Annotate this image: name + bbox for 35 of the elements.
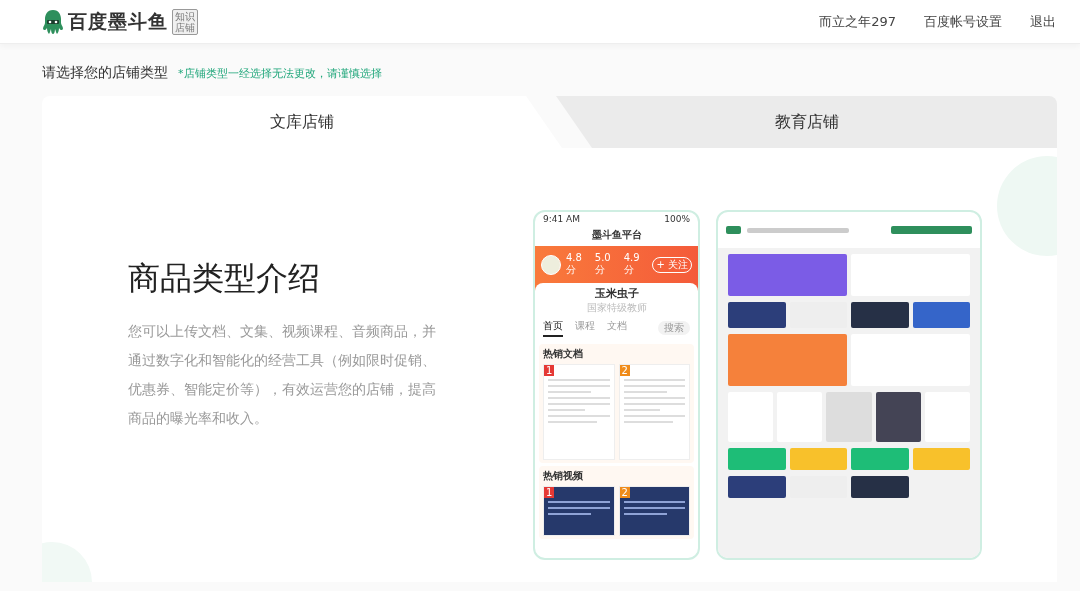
search-field[interactable]: 搜索 [658,321,690,335]
rating-score: 5.0分 [594,252,612,277]
video-thumbnail[interactable]: 2 [618,486,690,536]
profile-subtitle: 国家特级教师 [586,301,647,315]
store-type-tab[interactable]: 文库店铺 [42,96,562,148]
store-type-tab[interactable]: 教育店铺 [556,96,1057,148]
status-time: 9:41 AM [543,214,580,224]
battery-level: 100% [664,214,690,224]
rank-badge: 2 [619,487,630,498]
section-heading: 热销视频 [543,469,584,483]
section-title: 请选择您的店铺类型 [42,64,168,82]
header-link[interactable]: 退出 [1030,12,1056,31]
phone-title: 墨斗鱼平台 [591,228,642,242]
profile-name: 玉米虫子 [594,286,639,301]
phone-tab[interactable]: 文档 [607,319,627,337]
squid-logo-icon [42,8,64,35]
section-heading: 热销文档 [543,347,584,361]
rating-score: 4.9分 [623,252,641,277]
logo-text: 百度墨斗鱼 [68,8,168,34]
document-thumbnail[interactable]: 2 [618,364,690,460]
rank-badge: 1 [544,487,555,498]
document-thumbnail[interactable]: 1 [543,364,615,460]
intro-heading: 商品类型介绍 [128,258,321,299]
warning-note: *店铺类型一经选择无法更改，请谨慎选择 [178,66,382,81]
phone-tab[interactable]: 课程 [575,319,595,337]
phone-tab[interactable]: 首页 [543,319,563,337]
avatar [541,254,561,275]
rating-score: 4.8分 [566,252,583,277]
rank-badge: 2 [619,365,630,376]
logo-badge: 知识 店铺 [172,8,198,35]
rank-badge: 1 [544,365,555,376]
video-thumbnail[interactable]: 1 [543,486,615,536]
intro-text: 您可以上传文档、文集、视频课程、音频商品，并通过数字化和智能化的经营工具（例如限时促销、优惠券、智能定价等），有效运营您的店铺，提高商品的曝光率和收入。 [128,322,437,428]
header-link[interactable]: 而立之年297 [819,12,896,31]
header-link[interactable]: 百度帐号设置 [924,12,1002,31]
